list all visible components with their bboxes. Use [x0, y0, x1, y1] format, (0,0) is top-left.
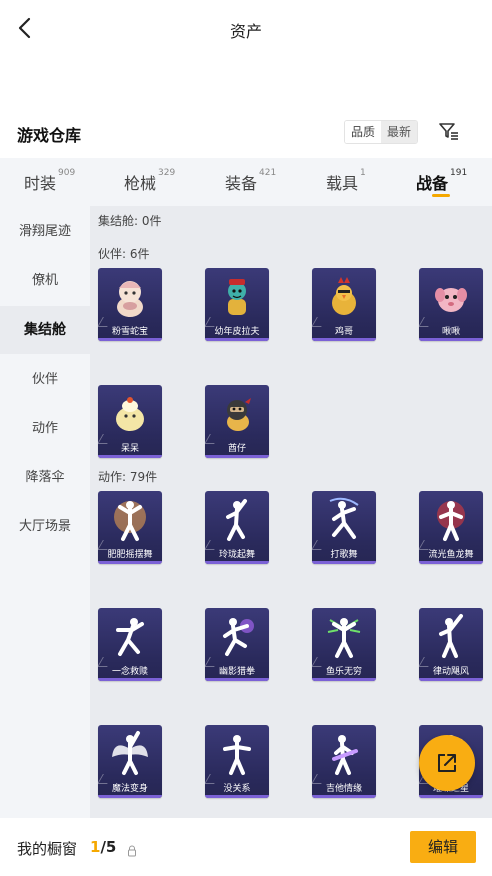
subcategory-sidebar: 滑翔尾迹 僚机 集结舱 伙伴 动作 降落伞 大厅场景: [0, 206, 90, 818]
dance-pose-icon: [312, 493, 376, 547]
sidebar-item-emote[interactable]: 动作: [0, 405, 90, 453]
sidebar-item-glide-trail[interactable]: 滑翔尾迹: [0, 208, 90, 256]
item-name: 啾啾: [441, 327, 460, 337]
dance-pose-icon: [98, 610, 162, 664]
item-card[interactable]: 酋仔: [205, 385, 269, 458]
dance-pose-icon: [419, 610, 483, 664]
item-card[interactable]: 鱼乐无穷: [312, 608, 376, 681]
item-card[interactable]: 粉雪蛇宝: [98, 268, 162, 341]
warehouse-header: 游戏仓库 品质 最新: [0, 118, 492, 148]
item-grid: 集结舱: 0件 伙伴: 6件 粉雪蛇宝 幼年皮拉夫 鸡哥 啾啾 呆呆 酋仔 动作…: [90, 206, 492, 818]
tab-fashion[interactable]: 时装909: [24, 168, 76, 194]
filter-icon[interactable]: [436, 118, 462, 144]
sidebar-item-assembly-pod[interactable]: 集结舱: [0, 306, 90, 354]
item-card[interactable]: 吉他情缘: [312, 725, 376, 798]
item-card[interactable]: 啾啾: [419, 268, 483, 341]
item-name: 粉雪蛇宝: [111, 327, 148, 337]
tab-vehicles[interactable]: 载具1: [326, 168, 366, 194]
top-bar: 资产: [0, 0, 492, 58]
section-title: 游戏仓库: [17, 126, 82, 145]
item-card[interactable]: 肥肥摇摆舞: [98, 491, 162, 564]
item-name: 流光鱼龙舞: [428, 550, 474, 560]
dance-pose-icon: [419, 493, 483, 547]
item-name: 鱼乐无穷: [325, 667, 362, 677]
showcase-current: 1: [90, 838, 101, 856]
item-name: 鸡哥: [334, 327, 353, 337]
dance-pose-icon: [98, 727, 162, 781]
item-name: 玲珑起舞: [218, 550, 255, 560]
companion-figure-icon: [205, 270, 269, 324]
item-name: 魔法变身: [111, 784, 148, 794]
item-card[interactable]: 幽影猎拳: [205, 608, 269, 681]
sidebar-item-wingman[interactable]: 僚机: [0, 257, 90, 305]
showcase-total: /5: [100, 838, 117, 856]
active-tab-indicator: [432, 194, 450, 197]
companion-figure-icon: [205, 387, 269, 441]
item-card[interactable]: 一念救赎: [98, 608, 162, 681]
tab-label: 载具: [326, 174, 359, 193]
tab-count: 421: [259, 168, 277, 178]
item-name: 一念救赎: [111, 667, 148, 677]
group-label-emote: 动作: 79件: [98, 470, 158, 484]
showcase-count: 1/5: [90, 838, 116, 856]
lock-icon: [127, 842, 137, 857]
companion-figure-icon: [98, 270, 162, 324]
edit-button[interactable]: 编辑: [410, 831, 476, 863]
showcase-label: 我的橱窗: [17, 840, 78, 858]
item-name: 律动飓风: [432, 667, 469, 677]
sort-quality-button[interactable]: 品质: [345, 121, 382, 143]
sidebar-item-companion[interactable]: 伙伴: [0, 356, 90, 404]
companion-figure-icon: [98, 387, 162, 441]
item-name: 酋仔: [227, 444, 246, 454]
page-title: 资产: [229, 22, 262, 41]
tab-count: 1: [360, 168, 366, 178]
dance-pose-icon: [205, 727, 269, 781]
sidebar-item-lobby-scene[interactable]: 大厅场景: [0, 503, 90, 551]
dance-pose-icon: [312, 610, 376, 664]
item-card[interactable]: 打歌舞: [312, 491, 376, 564]
companion-figure-icon: [312, 270, 376, 324]
sort-toggle: 品质 最新: [344, 120, 419, 144]
item-name: 幽影猎拳: [218, 667, 255, 677]
sort-newest-button[interactable]: 最新: [381, 121, 418, 143]
item-name: 肥肥摇摆舞: [107, 550, 153, 560]
share-external-icon[interactable]: [419, 735, 475, 791]
item-card[interactable]: 呆呆: [98, 385, 162, 458]
group-label-pod: 集结舱: 0件: [98, 214, 162, 228]
item-name: 幼年皮拉夫: [214, 327, 260, 337]
dance-pose-icon: [205, 610, 269, 664]
tab-label: 装备: [225, 174, 258, 193]
item-card[interactable]: 玲珑起舞: [205, 491, 269, 564]
tab-combat-prep[interactable]: 战备191: [416, 168, 468, 194]
tab-count: 329: [158, 168, 176, 178]
item-name: 打歌舞: [330, 550, 358, 560]
tab-equipment[interactable]: 装备421: [225, 168, 277, 194]
item-card[interactable]: 流光鱼龙舞: [419, 491, 483, 564]
tab-label: 战备: [416, 174, 449, 193]
dance-pose-icon: [98, 493, 162, 547]
tab-label: 枪械: [124, 174, 157, 193]
item-name: 吉他情缘: [325, 784, 362, 794]
tab-guns[interactable]: 枪械329: [124, 168, 176, 194]
item-card[interactable]: 魔法变身: [98, 725, 162, 798]
dance-pose-icon: [205, 493, 269, 547]
tab-count: 909: [58, 168, 76, 178]
group-label-companion: 伙伴: 6件: [98, 247, 150, 261]
companion-figure-icon: [419, 270, 483, 324]
item-name: 没关系: [223, 784, 251, 794]
item-card[interactable]: 幼年皮拉夫: [205, 268, 269, 341]
showcase-bar: 我的橱窗 1/5 编辑: [0, 818, 492, 876]
sidebar-item-parachute[interactable]: 降落伞: [0, 454, 90, 502]
item-card[interactable]: 鸡哥: [312, 268, 376, 341]
item-card[interactable]: 没关系: [205, 725, 269, 798]
dance-pose-icon: [312, 727, 376, 781]
item-card[interactable]: 律动飓风: [419, 608, 483, 681]
item-name: 呆呆: [120, 444, 139, 454]
category-tabs: 时装909 枪械329 装备421 载具1 战备191: [0, 158, 492, 206]
tab-count: 191: [450, 168, 468, 178]
tab-label: 时装: [24, 174, 57, 193]
